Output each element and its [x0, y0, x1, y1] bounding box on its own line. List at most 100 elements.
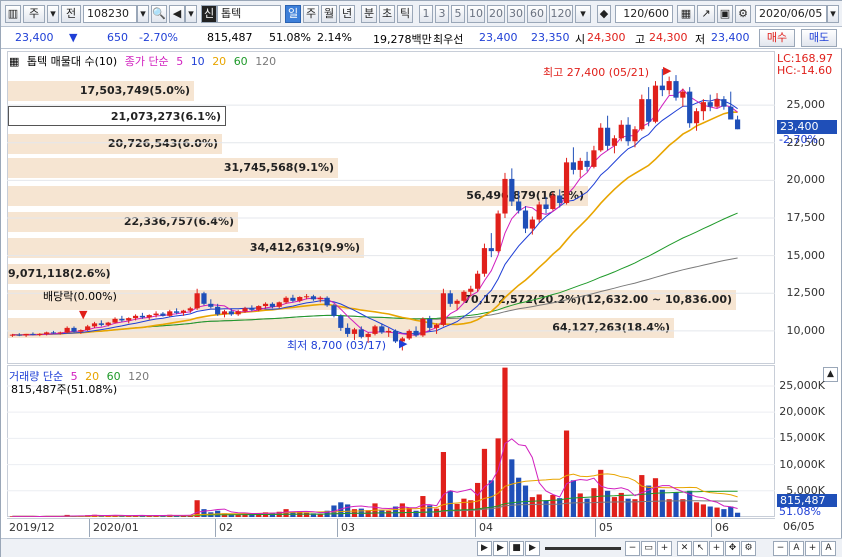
scroll-first-icon[interactable]: ▶ — [477, 541, 492, 556]
candle-body — [468, 288, 474, 292]
display-count-input[interactable]: 120/600 — [615, 5, 673, 23]
interval-spin-icon[interactable]: ◆ — [597, 5, 611, 23]
candle-body — [475, 273, 481, 289]
candle-body — [728, 106, 734, 120]
market-selector[interactable]: 주 — [23, 5, 45, 23]
market-dropdown-icon[interactable]: ▾ — [47, 5, 59, 23]
candle-body — [714, 99, 720, 107]
interval-dropdown-icon[interactable]: ▾ — [575, 5, 591, 23]
volume-bar — [461, 498, 467, 517]
code-dropdown-icon[interactable]: ▾ — [137, 5, 149, 23]
crosshair-icon[interactable]: ✕ — [677, 541, 692, 556]
ma20-line — [12, 111, 738, 336]
font-large-icon[interactable]: A — [821, 541, 836, 556]
font-larger-icon[interactable]: + — [805, 541, 820, 556]
date-label: 02 — [219, 521, 233, 534]
interval-5[interactable]: 5 — [451, 5, 465, 23]
zoom-out-icon[interactable]: − — [625, 541, 640, 556]
candle-body — [290, 297, 296, 301]
candle-body — [454, 300, 460, 304]
candle-body — [734, 119, 741, 130]
period-year[interactable]: 년 — [339, 5, 355, 23]
volume-axis-label: 25,000K — [779, 378, 825, 392]
scroll-right-icon[interactable]: ▶ — [493, 541, 508, 556]
zoom-reset-icon[interactable]: ▭ — [641, 541, 656, 556]
volume-bar — [584, 498, 590, 517]
date-axis: 2019/12 2020/01 02 03 04 05 06 — [7, 518, 775, 537]
candle-body — [584, 160, 590, 167]
legend-icon[interactable]: ▦ — [9, 55, 19, 68]
best-bid: 23,350 — [531, 31, 570, 44]
date-tick — [215, 519, 216, 537]
date-input[interactable]: 2020/06/05 — [755, 5, 827, 23]
candle-body — [16, 334, 22, 336]
price-legend: ▦ 톱텍 매물대 수(10) 종가 단순 5 10 20 60 120 — [9, 53, 280, 69]
period-week[interactable]: 주 — [303, 5, 319, 23]
trade-amount: 19,278백만 — [373, 33, 432, 46]
interval-120[interactable]: 120 — [549, 5, 573, 23]
interval-3[interactable]: 3 — [435, 5, 449, 23]
price-axis-label: 25,000 — [786, 98, 826, 112]
volume-chart — [7, 367, 775, 517]
candle-body — [235, 311, 241, 315]
settings-small-icon[interactable]: ⚙ — [741, 541, 756, 556]
candle-body — [174, 311, 180, 313]
prev-button[interactable]: 전 — [61, 5, 81, 23]
candle-body — [604, 127, 611, 146]
candle-body — [693, 111, 700, 124]
sell-button[interactable]: 매도 — [801, 29, 837, 47]
hc-value: HC:-14.60 — [777, 64, 833, 77]
candle-body — [132, 315, 139, 319]
candle-body — [646, 99, 652, 122]
candle-body — [297, 297, 303, 301]
grid-icon[interactable]: ▦ — [677, 5, 695, 23]
candle-body — [98, 323, 104, 325]
scroll-end-icon[interactable]: ▶ — [525, 541, 540, 556]
period-day[interactable]: 일 — [285, 5, 301, 23]
buy-button[interactable]: 매수 — [759, 29, 795, 47]
candle-body — [242, 308, 248, 312]
move-icon[interactable]: ✥ — [725, 541, 740, 556]
cross-icon[interactable]: + — [709, 541, 724, 556]
interval-1[interactable]: 1 — [419, 5, 433, 23]
period-tick[interactable]: 틱 — [397, 5, 413, 23]
legend-ma5: 5 — [176, 55, 184, 68]
volume-bar — [536, 494, 542, 517]
search-icon[interactable]: 🔍 — [151, 5, 167, 23]
candle-body — [194, 293, 200, 309]
save-icon[interactable]: ▣ — [717, 5, 733, 23]
candle-body — [570, 162, 576, 170]
stop-icon[interactable]: ■ — [509, 541, 524, 556]
font-smaller-icon[interactable]: − — [773, 541, 788, 556]
zoom-in-icon[interactable]: + — [657, 541, 672, 556]
calendar-icon[interactable]: ▾ — [827, 5, 839, 23]
candle-body — [50, 332, 57, 334]
candle-body — [488, 248, 494, 252]
volume-bar — [303, 512, 310, 517]
candle-body — [427, 318, 433, 328]
pointer-icon[interactable]: ↖ — [693, 541, 708, 556]
period-minute[interactable]: 분 — [361, 5, 377, 23]
interval-60[interactable]: 60 — [527, 5, 547, 23]
volume-bar — [673, 492, 679, 517]
stock-code-input[interactable]: 108230 — [83, 5, 137, 23]
zoom-slider[interactable] — [545, 547, 621, 550]
layout-icon[interactable]: ▥ — [5, 5, 21, 23]
font-label-icon[interactable]: A — [789, 541, 804, 556]
interval-30[interactable]: 30 — [507, 5, 525, 23]
period-month[interactable]: 월 — [321, 5, 337, 23]
settings-icon[interactable]: ⚙ — [735, 5, 751, 23]
volume-bar — [269, 513, 275, 517]
stock-name-field[interactable]: 톱텍 — [217, 5, 281, 23]
current-pct-tag: -2.70% — [779, 133, 818, 146]
high-arrow-icon: ▶ — [663, 64, 672, 77]
speaker-icon[interactable]: ◀ — [169, 5, 185, 23]
price-axis-label: 17,500 — [786, 211, 826, 225]
trend-icon[interactable]: ↗ — [697, 5, 715, 23]
best-bid-label: 최우선 — [433, 33, 464, 46]
interval-10[interactable]: 10 — [467, 5, 485, 23]
speaker-dropdown-icon[interactable]: ▾ — [185, 5, 197, 23]
period-second[interactable]: 초 — [379, 5, 395, 23]
interval-20[interactable]: 20 — [487, 5, 505, 23]
open-price: 24,300 — [587, 31, 626, 44]
